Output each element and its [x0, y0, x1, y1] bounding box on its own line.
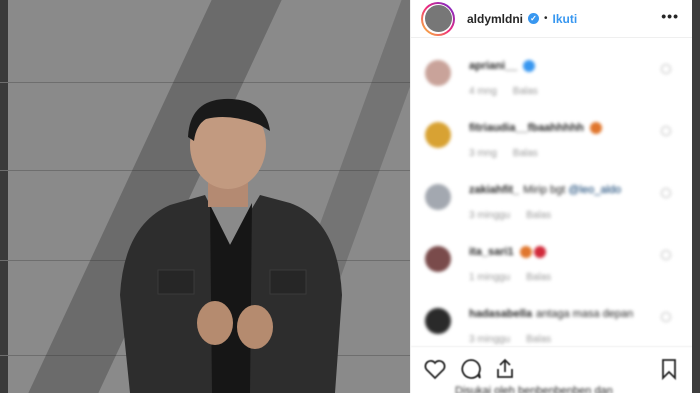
comment-avatar[interactable]	[425, 122, 451, 148]
liked-by-text: Disukai oleh benbenbenben dan	[455, 385, 613, 393]
follow-button[interactable]: Ikuti	[553, 12, 578, 26]
post-username[interactable]: aldymldni	[467, 12, 523, 26]
comment-username[interactable]: hadasabella	[469, 308, 532, 320]
emoji-icon	[523, 60, 536, 73]
emoji-icon	[589, 122, 602, 135]
emoji-icon	[519, 246, 532, 259]
comment-username[interactable]: fitriaudia__fbaahhhhh	[469, 122, 584, 134]
more-options-icon[interactable]: •••	[661, 9, 679, 23]
post-header: aldymldni ✓ • Ikuti •••	[411, 0, 693, 38]
photo-left-edge	[0, 0, 8, 393]
comment-item: ita_sari1 1 minggu Balas	[411, 234, 693, 296]
comment-time: 3 minggu	[469, 210, 511, 221]
post-panel: aldymldni ✓ • Ikuti ••• apriani__ 4 mng B…	[410, 0, 693, 393]
post-actions-bar: Disukai oleh benbenbenben dan	[411, 346, 693, 393]
comment-time: 3 mng	[469, 148, 497, 159]
comment-text: Mirip bgt	[523, 184, 569, 196]
comment-item: apriani__ 4 mng Balas	[411, 48, 693, 110]
separator-dot: •	[544, 13, 548, 24]
share-icon[interactable]	[493, 357, 517, 381]
post-photo	[0, 0, 410, 393]
reply-button[interactable]: Balas	[526, 272, 551, 283]
like-comment-icon[interactable]	[661, 64, 671, 74]
comment-item: fitriaudia__fbaahhhhh 3 mng Balas	[411, 110, 693, 172]
bookmark-icon[interactable]	[657, 357, 681, 381]
verified-badge-icon: ✓	[528, 13, 540, 24]
comment-time: 3 minggu	[469, 334, 511, 345]
comment-username[interactable]: apriani__	[469, 60, 517, 72]
comments-list: apriani__ 4 mng Balas fitriaudia__fbaahhh…	[411, 48, 693, 358]
like-comment-icon[interactable]	[661, 250, 671, 260]
reply-button[interactable]: Balas	[526, 334, 551, 345]
comment-avatar[interactable]	[425, 246, 451, 272]
comment-item: zakiahfit_ Mirip bgt @leo_aldo 3 minggu Ba…	[411, 172, 693, 234]
person-figure	[120, 98, 342, 393]
reply-button[interactable]: Balas	[513, 86, 538, 97]
comment-avatar[interactable]	[425, 184, 451, 210]
reply-button[interactable]: Balas	[513, 148, 538, 159]
comment-icon[interactable]	[459, 357, 483, 381]
like-comment-icon[interactable]	[661, 126, 671, 136]
comment-mention[interactable]: @leo_aldo	[568, 184, 621, 196]
reply-button[interactable]: Balas	[526, 210, 551, 221]
heart-icon[interactable]	[423, 357, 447, 381]
avatar[interactable]	[421, 1, 455, 36]
like-comment-icon[interactable]	[661, 312, 671, 322]
avatar-image	[424, 5, 452, 32]
comment-time: 1 minggu	[469, 272, 511, 283]
comment-username[interactable]: ita_sari1	[469, 246, 514, 258]
comment-username[interactable]: zakiahfit_	[469, 184, 519, 196]
comment-time: 4 mng	[469, 86, 497, 97]
heart-emoji-icon	[533, 246, 546, 259]
like-comment-icon[interactable]	[661, 188, 671, 198]
comment-text: antaga masa depan	[535, 308, 634, 320]
comment-avatar[interactable]	[425, 60, 451, 86]
page-right-edge	[692, 0, 700, 393]
comment-avatar[interactable]	[425, 308, 451, 334]
